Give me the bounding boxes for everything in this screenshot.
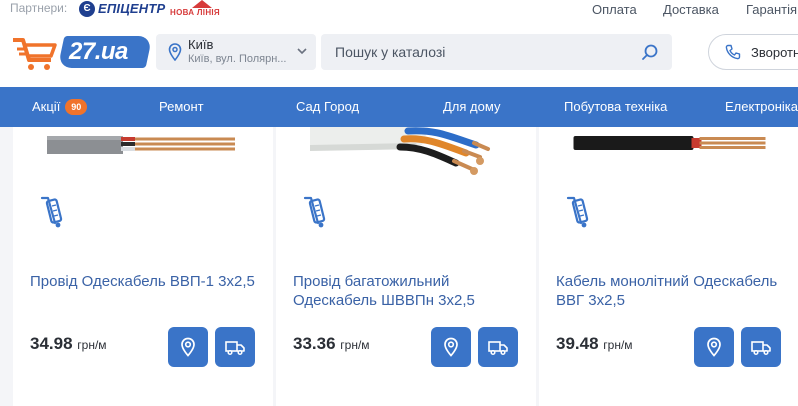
toplink-delivery[interactable]: Доставка: [663, 2, 719, 17]
cart-logo-icon: [13, 38, 57, 70]
product-image[interactable]: [276, 127, 536, 189]
product-image[interactable]: [539, 127, 798, 189]
nav-item-home[interactable]: Для дому: [443, 87, 500, 127]
city-name: Київ: [188, 37, 214, 52]
search-input[interactable]: [335, 44, 625, 60]
price-unit: грн/м: [77, 338, 107, 352]
nav-item-repair[interactable]: Ремонт: [159, 87, 204, 127]
nav-item-garden[interactable]: Сад Город: [296, 87, 359, 127]
opt-cart-icon: [40, 196, 63, 228]
partner-epicentr-link[interactable]: Є ЕПІЦЕНТР: [79, 0, 165, 17]
toplink-warranty[interactable]: Гарантія: [746, 2, 797, 17]
product-image[interactable]: [13, 127, 273, 189]
promo-count-badge: 90: [65, 99, 88, 115]
product-title[interactable]: Провід Одескабель ВВП-1 3х2,5: [30, 272, 260, 291]
opt-cart-icon: [303, 196, 326, 228]
product-title[interactable]: Провід багатожильний Одескабель ШВВПн 3х…: [293, 272, 523, 310]
store-pin-icon: [707, 337, 721, 357]
location-pin-icon: [168, 43, 182, 61]
delivery-truck-icon: [488, 341, 508, 356]
partners-label: Партнери:: [10, 1, 68, 15]
opt-cart-icon: [566, 196, 589, 228]
delivery-button[interactable]: [741, 327, 781, 367]
page: Партнери: Є ЕПІЦЕНТР НОВА ЛІНІЯ Оплата Д…: [0, 0, 798, 406]
site-logo[interactable]: 27.ua: [11, 34, 153, 74]
delivery-button[interactable]: [478, 327, 518, 367]
store-availability-button[interactable]: [168, 327, 208, 367]
price-value: 34.98: [30, 334, 73, 353]
price-unit: грн/м: [340, 338, 370, 352]
product-title[interactable]: Кабель монолітний Одескабель ВВГ 3х2,5: [556, 272, 786, 310]
product-card: Провід багатожильний Одескабель ШВВПн 3х…: [276, 127, 536, 406]
product-price: 39.48 грн/м: [556, 334, 633, 354]
store-availability-button[interactable]: [431, 327, 471, 367]
partner-novalinia-label: НОВА ЛІНІЯ: [170, 8, 220, 17]
header: 27.ua Київ Київ, вул. Полярн... Пошук у …: [0, 22, 798, 87]
callback-label: Зворотній зв'язок: [751, 45, 798, 60]
partner-novalinia-link[interactable]: НОВА ЛІНІЯ: [170, 0, 220, 17]
chevron-down-icon: [297, 48, 307, 55]
nav-item-promotions[interactable]: Акції 90: [32, 87, 88, 127]
city-address: Київ, вул. Полярн...: [188, 53, 287, 65]
epicentr-logo-icon: Є: [79, 0, 95, 17]
nav-item-electronics[interactable]: Електроніка: [725, 87, 798, 127]
price-value: 33.36: [293, 334, 336, 353]
novalinia-roof-icon: [192, 0, 212, 8]
partner-epicentr-label: ЕПІЦЕНТР: [98, 1, 166, 16]
price-value: 39.48: [556, 334, 599, 353]
topbar: Партнери: Є ЕПІЦЕНТР НОВА ЛІНІЯ Оплата Д…: [0, 0, 798, 22]
store-pin-icon: [181, 337, 195, 357]
product-grid: Провід Одескабель ВВП-1 3х2,5 34.98 грн/…: [0, 127, 798, 406]
search-box: [321, 34, 672, 70]
store-availability-button[interactable]: [694, 327, 734, 367]
store-pin-icon: [444, 337, 458, 357]
price-unit: грн/м: [603, 338, 633, 352]
main-nav: Акції 90 Ремонт Сад Город Для дому Побуто…: [0, 87, 798, 127]
product-card: Кабель монолітний Одескабель ВВГ 3х2,5 3…: [539, 127, 798, 406]
phone-icon: [725, 44, 741, 60]
city-selector[interactable]: Київ Київ, вул. Полярн...: [156, 34, 316, 70]
delivery-truck-icon: [751, 341, 771, 356]
delivery-truck-icon: [225, 341, 245, 356]
callback-button[interactable]: Зворотній зв'язок: [708, 34, 798, 70]
nav-item-label: Акції: [32, 99, 61, 114]
delivery-button[interactable]: [215, 327, 255, 367]
product-card: Провід Одескабель ВВП-1 3х2,5 34.98 грн/…: [13, 127, 273, 406]
search-icon[interactable]: [641, 43, 659, 61]
toplink-payment[interactable]: Оплата: [592, 2, 637, 17]
product-price: 34.98 грн/м: [30, 334, 107, 354]
logo-text: 27.ua: [69, 38, 128, 65]
nav-item-appliances[interactable]: Побутова техніка: [564, 87, 667, 127]
product-price: 33.36 грн/м: [293, 334, 370, 354]
